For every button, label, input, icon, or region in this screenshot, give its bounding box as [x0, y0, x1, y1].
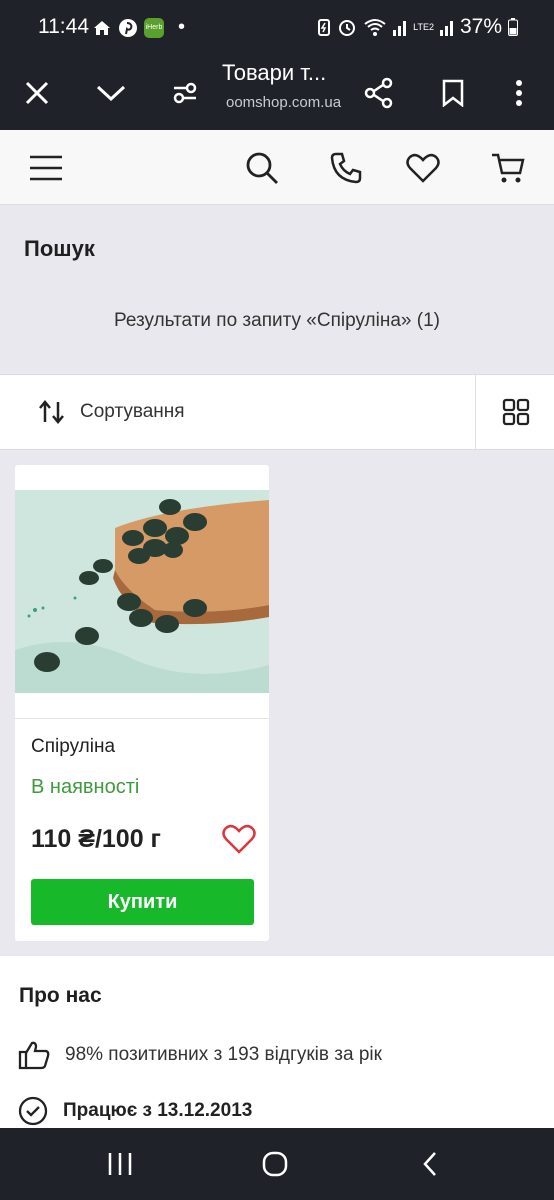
tune-icon: [173, 82, 197, 104]
battery-percent: 37%: [459, 15, 502, 38]
reviews-text: 98% позитивних з 193 відгуків за рік: [65, 1044, 382, 1065]
search-button[interactable]: [238, 144, 286, 192]
sort-label: Сортування: [80, 401, 185, 422]
menu-button[interactable]: [22, 144, 70, 192]
page-url[interactable]: oomshop.com.ua: [226, 94, 341, 111]
alarm-icon: [339, 20, 356, 36]
status-bar: 11:44 iHerb • LTE2 37%: [0, 0, 554, 56]
share-icon: [364, 77, 393, 109]
thumbs-up-icon: [18, 1041, 50, 1070]
search-icon: [246, 152, 278, 184]
page-title: Товари т...: [222, 60, 327, 85]
iherb-icon: iHerb: [144, 17, 164, 38]
signal-icon-2: [439, 21, 453, 36]
close-icon: [25, 81, 49, 105]
share-button[interactable]: [354, 66, 404, 120]
phone-icon: [330, 152, 362, 184]
buy-button[interactable]: Купити: [31, 879, 254, 925]
bookmark-icon: [442, 79, 464, 107]
back-chevron-icon: [423, 1152, 436, 1176]
home-icon: [94, 20, 110, 35]
sort-bar: Сортування: [0, 374, 554, 450]
product-name[interactable]: Спіруліна: [31, 736, 115, 758]
heart-outline-icon: [222, 824, 256, 854]
search-heading: Пошук: [24, 236, 95, 261]
home-button[interactable]: [245, 1142, 305, 1186]
close-tab-button[interactable]: [12, 66, 62, 120]
bookmark-button[interactable]: [428, 66, 478, 120]
about-section: Про нас 98% позитивних з 193 відгуків за…: [0, 956, 554, 1128]
site-header: [0, 130, 554, 205]
card-divider: [15, 718, 269, 719]
collapse-button[interactable]: [86, 66, 136, 120]
sort-button[interactable]: Сортування: [0, 375, 476, 449]
since-text: Працює з 13.12.2013: [63, 1100, 253, 1121]
product-card[interactable]: Спіруліна В наявності 110 ₴/100 г Купити: [15, 465, 269, 941]
phone-button[interactable]: [322, 144, 370, 192]
battery-saver-icon: [318, 19, 331, 36]
view-toggle-button[interactable]: [477, 375, 554, 449]
more-options-button[interactable]: [494, 66, 544, 120]
stock-status: В наявності: [31, 776, 140, 798]
recent-apps-button[interactable]: [90, 1142, 150, 1186]
reviews-summary[interactable]: 98% позитивних з 193 відгуків за рік: [18, 1040, 382, 1070]
product-image[interactable]: [15, 490, 269, 693]
cart-icon: [492, 153, 525, 183]
more-notifications-dot: •: [178, 16, 186, 38]
grid-view-icon: [502, 398, 529, 426]
wifi-icon: [364, 19, 386, 36]
check-circle-icon: [18, 1096, 48, 1126]
results-summary: Результати по запиту «Спіруліна» (1): [114, 310, 440, 331]
signal-icon: [393, 21, 407, 36]
product-price: 110 ₴/100 г: [31, 825, 161, 853]
favorites-button[interactable]: [399, 144, 447, 192]
pinterest-icon: [119, 18, 137, 37]
since-info: Працює з 13.12.2013: [18, 1096, 252, 1126]
cart-button[interactable]: [484, 144, 532, 192]
sort-icon: [39, 400, 64, 424]
battery-icon: [508, 18, 518, 36]
chevron-down-icon: [96, 85, 126, 102]
notification-icons: iHerb •: [92, 16, 185, 39]
browser-toolbar: Товари т... oomshop.com.ua: [0, 56, 554, 130]
heart-icon: [406, 153, 440, 183]
add-to-favorites-button[interactable]: [219, 821, 259, 857]
about-title: Про нас: [19, 984, 102, 1007]
recent-apps-icon: [108, 1153, 132, 1175]
volte-label: LTE2: [413, 22, 434, 32]
clock: 11:44: [38, 15, 89, 38]
system-nav-bar: [0, 1128, 554, 1200]
hamburger-icon: [30, 155, 62, 181]
system-icons: LTE2 37%: [317, 15, 518, 39]
site-settings-button[interactable]: [160, 66, 210, 120]
back-button[interactable]: [400, 1142, 460, 1186]
more-vertical-icon: [516, 80, 522, 106]
home-circle-icon: [262, 1151, 288, 1177]
